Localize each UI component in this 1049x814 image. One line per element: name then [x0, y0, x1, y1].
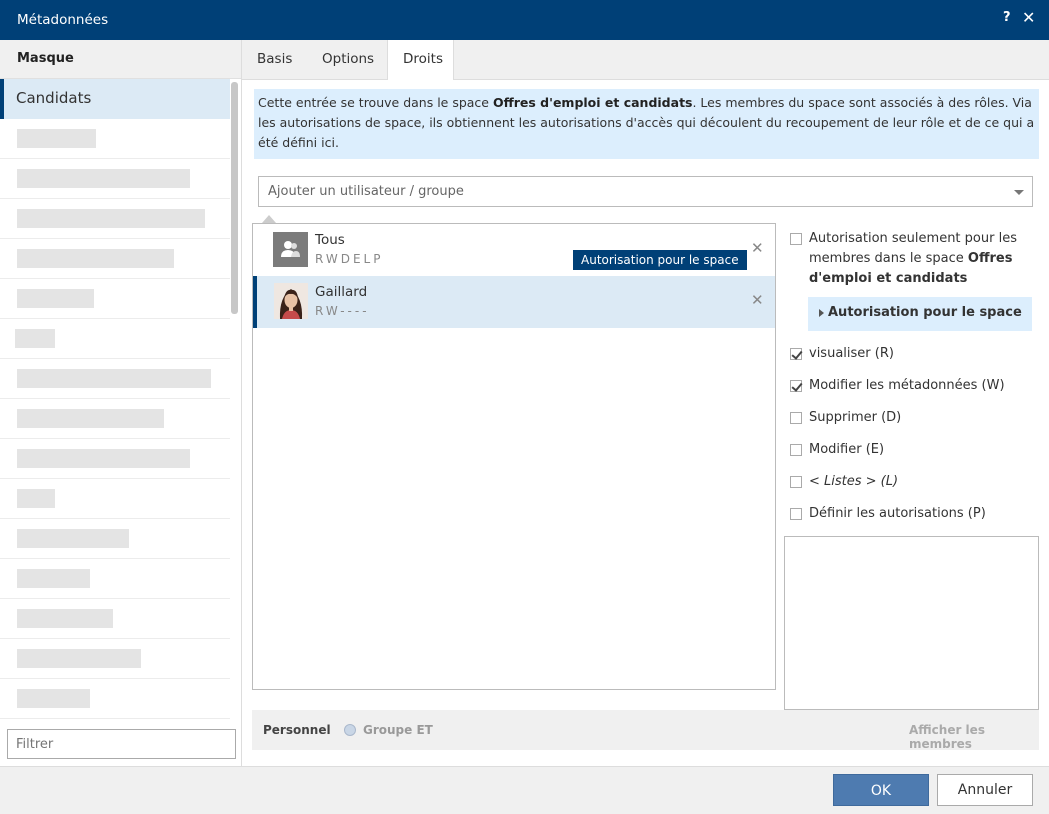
personnel-tab[interactable]: Personnel: [263, 723, 331, 737]
mask-item[interactable]: [0, 319, 230, 359]
mask-item[interactable]: [0, 639, 230, 679]
user-name: Tous: [315, 232, 345, 248]
space-authorization-badge: Autorisation pour le space: [573, 250, 747, 270]
checkbox-box[interactable]: [790, 348, 802, 360]
mask-item[interactable]: [0, 239, 230, 279]
checkbox-box[interactable]: [790, 476, 802, 488]
remove-user-icon[interactable]: ✕: [751, 239, 764, 257]
mask-item[interactable]: [0, 479, 230, 519]
show-members-button[interactable]: Afficher les membres: [909, 723, 1039, 751]
caret-right-icon: [819, 309, 824, 317]
window-title: Métadonnées: [17, 12, 109, 28]
checkbox-box[interactable]: [790, 380, 802, 392]
rights-content: Cette entrée se trouve dans le space Off…: [242, 80, 1049, 766]
group-icon: [273, 232, 308, 267]
mask-panel: Masque Candidats: [0, 40, 242, 766]
user-list: Tous RWDELP Autorisation pour le space ✕…: [252, 223, 776, 690]
mask-item[interactable]: [0, 199, 230, 239]
mask-header-label: Masque: [17, 51, 74, 66]
mask-item-label: Candidats: [16, 89, 92, 107]
remove-user-icon[interactable]: ✕: [751, 291, 764, 309]
mask-item[interactable]: [0, 359, 230, 399]
space-authorization-toggle[interactable]: Autorisation pour le space: [808, 297, 1032, 331]
groupe-et-tab[interactable]: Groupe ET: [363, 723, 433, 737]
mask-item[interactable]: [0, 279, 230, 319]
checkbox-box[interactable]: [790, 412, 802, 424]
user-rights: RWDELP: [315, 252, 384, 266]
user-rights: RW----: [315, 304, 370, 318]
add-user-group-select[interactable]: Ajouter un utilisateur / groupe: [258, 176, 1033, 207]
add-user-group-placeholder: Ajouter un utilisateur / groupe: [268, 184, 464, 199]
title-bar: Métadonnées ? ✕: [0, 0, 1049, 40]
user-row-gaillard[interactable]: Gaillard RW---- ✕: [253, 276, 775, 328]
checkbox-box[interactable]: [790, 233, 802, 245]
mask-item[interactable]: [0, 519, 230, 559]
group-icon: [344, 724, 356, 736]
tab-basis[interactable]: Basis: [242, 40, 305, 80]
rights-detail-box: [784, 536, 1039, 710]
mask-item-selected[interactable]: Candidats: [0, 79, 230, 119]
checkbox-box[interactable]: [790, 508, 802, 520]
dialog-buttons: OK Annuler: [0, 766, 1049, 814]
user-avatar: [274, 283, 308, 319]
user-row-tous[interactable]: Tous RWDELP Autorisation pour le space ✕: [253, 224, 775, 276]
pointer-arrow-icon: [262, 215, 276, 223]
tab-droits[interactable]: Droits: [387, 40, 454, 81]
mask-header: Masque: [0, 40, 241, 79]
mask-item[interactable]: [0, 439, 230, 479]
mask-item[interactable]: [0, 559, 230, 599]
mask-item[interactable]: [0, 599, 230, 639]
mask-item[interactable]: [0, 159, 230, 199]
cancel-button[interactable]: Annuler: [937, 774, 1033, 806]
mask-item[interactable]: [0, 679, 230, 719]
tab-bar: Basis Options Droits: [242, 40, 1049, 81]
group-footer-bar: Personnel Groupe ET Afficher les membres: [252, 710, 1039, 751]
chevron-down-icon[interactable]: [1014, 190, 1024, 195]
tab-options[interactable]: Options: [305, 40, 387, 80]
close-button[interactable]: ✕: [1022, 8, 1035, 27]
mask-item[interactable]: [0, 399, 230, 439]
help-button[interactable]: ?: [1003, 10, 1011, 25]
checkbox-box[interactable]: [790, 444, 802, 456]
mask-list: Candidats: [0, 79, 230, 719]
user-name: Gaillard: [315, 284, 368, 300]
mask-list-scrollbar[interactable]: [231, 82, 238, 314]
mask-item[interactable]: [0, 119, 230, 159]
info-space-name: Offres d'emploi et candidats: [492, 95, 693, 110]
info-banner: Cette entrée se trouve dans le space Off…: [254, 89, 1039, 159]
filter-input[interactable]: [7, 729, 236, 759]
ok-button[interactable]: OK: [833, 774, 929, 806]
